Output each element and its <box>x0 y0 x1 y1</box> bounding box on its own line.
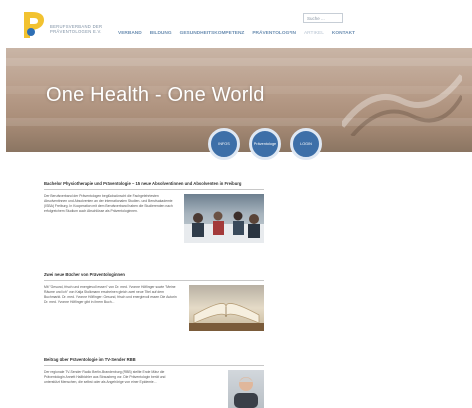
article-item: Bachelor Physiotherapie und Präventologi… <box>44 181 264 243</box>
site-header: BERUFSVERBAND DER PRÄVENTOLOGEN E.V. Suc… <box>0 0 472 48</box>
article-title[interactable]: Bachelor Physiotherapie und Präventologi… <box>44 181 264 187</box>
nav-item-bildung[interactable]: BILDUNG <box>150 31 172 36</box>
login-button[interactable]: LOGIN <box>290 128 322 160</box>
person-portrait-illustration <box>234 376 258 408</box>
article-image-book[interactable] <box>189 284 264 331</box>
article-image-meeting[interactable] <box>184 193 264 243</box>
article-title[interactable]: Beitrag über Präventologie im TV-Sender … <box>44 357 264 363</box>
article-item: Zwei neue Bücher von Präventologinnen Mi… <box>44 272 264 331</box>
hero-title: One Health - One World <box>46 84 265 106</box>
article-excerpt: Der regionale TV-Sender Radio Berlin-Bra… <box>44 369 166 385</box>
article-divider <box>44 364 264 366</box>
nav-item-verband[interactable]: VERBAND <box>118 31 142 36</box>
article-divider <box>44 279 264 281</box>
hero-texture <box>6 58 472 66</box>
article-excerpt: Der Berufsverband der Präventologen begl… <box>44 193 173 214</box>
nav-item-gesundheitskompetenz[interactable]: GESUNDHEITSKOMPETENZ <box>180 31 245 36</box>
article-item: Beitrag über Präventologie im TV-Sender … <box>44 357 264 408</box>
nav-item-kontakt[interactable]: KONTAKT <box>332 31 355 36</box>
logo-icon[interactable] <box>20 10 46 40</box>
nav-item-artikel[interactable]: ARTIKEL <box>304 31 324 36</box>
infos-button[interactable]: INFOS <box>208 128 240 160</box>
search-input[interactable]: Suche ... <box>303 13 343 23</box>
article-divider <box>44 188 264 190</box>
praeventologe-button[interactable]: Präventologe <box>249 128 281 160</box>
article-image-person[interactable] <box>228 369 264 408</box>
logo-text: BERUFSVERBAND DER PRÄVENTOLOGEN E.V. <box>50 24 103 34</box>
nav-item-praeventologin[interactable]: PRÄVENTOLOG*IN <box>252 31 296 36</box>
article-excerpt: Mit "Gesund, frisch und energievoll esse… <box>44 284 177 305</box>
hero-pattern-decoration <box>342 74 462 136</box>
article-title[interactable]: Zwei neue Bücher von Präventologinnen <box>44 272 264 278</box>
people-meeting-illustration <box>184 211 264 243</box>
main-nav: VERBAND BILDUNG GESUNDHEITSKOMPETENZ PRÄ… <box>118 31 355 36</box>
quick-links: INFOS Präventologe LOGIN <box>208 128 322 160</box>
open-book-illustration <box>189 302 264 331</box>
